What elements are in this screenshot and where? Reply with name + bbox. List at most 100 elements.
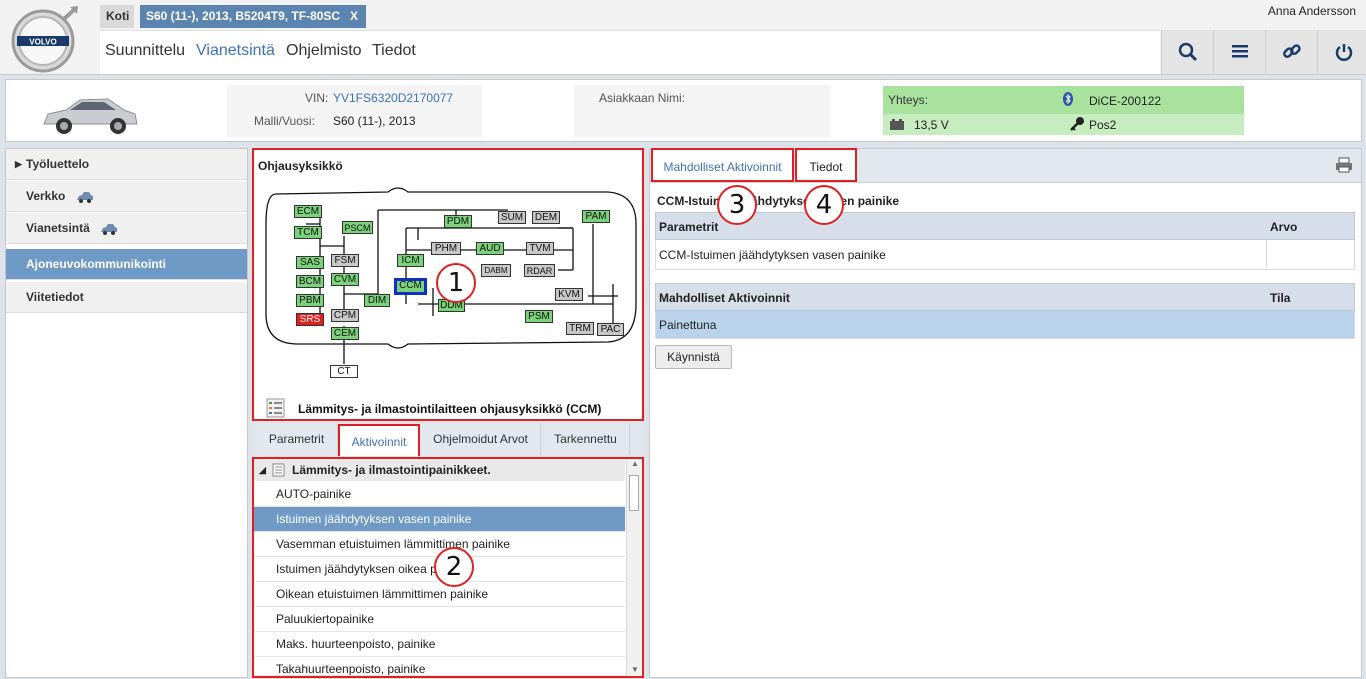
param-cell: CCM-Istuimen jäähdytyksen vasen painike [659,248,886,262]
ecu-kvm[interactable]: KVM [555,288,583,301]
ecu-sum[interactable]: SUM [498,211,526,224]
nav-vianetsinta[interactable]: Vianetsintä [196,42,275,60]
print-icon[interactable] [1335,157,1353,173]
ecu-pbm[interactable]: PBM [296,294,324,307]
list-item[interactable]: Maks. huurteenpoisto, painike [254,632,625,657]
ecu-sas[interactable]: SAS [296,256,324,269]
sidebar-item-ajoneuvokommunikointi[interactable]: Ajoneuvokommunikointi [6,249,247,280]
tab-aktivoinnit[interactable]: Aktivoinnit [338,424,420,456]
sidebar-item-label: Viitetiedot [26,290,84,304]
key-position: Pos2 [1089,118,1117,132]
sidebar-item-label: Työluettelo [26,157,90,171]
triangle-right-icon: ▶ [15,159,22,169]
ecu-phm[interactable]: PHM [431,242,461,255]
main-nav: Suunnittelu Vianetsintä Ohjelmisto Tiedo… [100,30,1160,74]
sidebar-item-label: Verkko [26,189,66,203]
ecu-trm[interactable]: TRM [566,322,594,335]
ecu-caption: Lämmitys- ja ilmastointilaitteen ohjausy… [298,402,602,416]
list-group-header[interactable]: ◢ Lämmitys- ja ilmastointipainikkeet. [254,459,625,481]
svg-text:VOLVO: VOLVO [29,38,56,47]
ecu-pscm[interactable]: PSCM [342,221,373,234]
ecu-srs[interactable]: SRS [296,313,324,326]
ecu-pam[interactable]: PAM [582,210,610,223]
menu-button[interactable] [1213,30,1265,74]
sidebar-item-label: Ajoneuvokommunikointi [26,257,167,271]
car-image [43,98,138,134]
ecu-ccm[interactable]: CCM [394,278,427,295]
tab-ohjelmoidut-arvot[interactable]: Ohjelmoidut Arvot [421,423,541,455]
sidebar-item-label: Vianetsintä [26,221,90,235]
customer-box: Asiakkaan Nimi: [574,85,830,137]
voltage-value: 13,5 V [914,118,949,132]
param-table-header: Parametrit Arvo [655,212,1355,240]
ecu-cem[interactable]: CEM [331,327,359,340]
ecu-dabm[interactable]: DABM [481,264,511,277]
start-button[interactable]: Käynnistä [655,345,732,369]
tab-parametrit[interactable]: Parametrit [256,423,338,455]
tab-mahdolliset-aktivoinnit[interactable]: Mahdolliset Aktivoinnit [651,148,794,182]
tab-tarkennettu[interactable]: Tarkennettu [542,423,630,455]
scroll-down-icon[interactable]: ▼ [631,665,639,674]
vin-value[interactable]: YV1FS6320D2170077 [333,91,453,105]
tab-home[interactable]: Koti [100,5,134,28]
user-name: Anna Andersson [1267,4,1356,18]
nav-suunnittelu[interactable]: Suunnittelu [105,42,185,60]
ecu-icm[interactable]: ICM [397,254,424,267]
ecu-fsm[interactable]: FSM [331,254,359,267]
table-row[interactable]: CCM-Istuimen jäähdytyksen vasen painike [655,240,1355,270]
model-label: Malli/Vuosi: [254,114,315,128]
list-group-label: Lämmitys- ja ilmastointipainikkeet. [292,463,491,477]
callout-3: 3 [717,185,757,225]
list-item[interactable]: Paluukiertopainike [254,607,625,632]
act-col-header: Mahdolliset Aktivoinnit [659,291,790,305]
list-item-selected[interactable]: Istuimen jäähdytyksen vasen painike [254,507,625,532]
model-value: S60 (11-), 2013 [333,114,416,128]
connect-button[interactable] [1265,30,1317,74]
callout-1: 1 [436,263,476,303]
sidebar-item-viitetiedot[interactable]: Viitetiedot [6,282,247,313]
power-button[interactable] [1317,30,1366,74]
ecu-tvm[interactable]: TVM [526,242,554,255]
link-icon [1283,44,1301,58]
ecu-pac[interactable]: PAC [597,323,624,336]
nav-ohjelmisto[interactable]: Ohjelmisto [286,42,362,60]
ecu-aud[interactable]: AUD [476,242,504,255]
battery-icon [890,119,904,130]
scroll-up-icon[interactable]: ▲ [631,459,639,468]
tab-tiedot[interactable]: Tiedot [795,148,857,182]
ecu-dim[interactable]: DIM [364,294,390,307]
list-scrollbar[interactable]: ▲ ▼ [626,459,641,676]
ecu-cpm[interactable]: CPM [331,309,359,322]
ecu-dem[interactable]: DEM [532,211,560,224]
ecu-bcm[interactable]: BCM [296,275,324,288]
volvo-logo: VOLVO [11,6,78,73]
ecu-rdar[interactable]: RDAR [524,264,555,277]
vin-label: VIN: [305,91,329,105]
list-item[interactable]: AUTO-painike [254,482,625,507]
list-item[interactable]: Takahuurteenpoisto, painike [254,657,625,676]
sidebar-item-verkko[interactable]: Verkko [6,181,247,212]
triangle-down-icon: ◢ [259,465,266,475]
ecu-ct[interactable]: CT [330,365,358,378]
tab-vehicle[interactable]: S60 (11-), 2013, B5204T9, TF-80SC X [140,5,366,28]
search-button[interactable] [1161,30,1213,74]
vin-box: VIN: YV1FS6320D2170077 Malli/Vuosi: S60 … [227,85,482,137]
ecu-ecm[interactable]: ECM [294,205,322,218]
close-icon[interactable]: X [350,5,358,28]
param-col-header: Parametrit [659,220,719,234]
sidebar-item-vianetsinta[interactable]: Vianetsintä [6,213,247,244]
nav-tiedot[interactable]: Tiedot [372,42,416,60]
ecu-tcm[interactable]: TCM [294,226,322,239]
list-item[interactable]: Oikean etuistuimen lämmittimen painike [254,582,625,607]
document-icon [272,463,285,477]
table-row[interactable]: Painettuna [655,311,1355,339]
document-list-icon [266,398,285,418]
state-col-header: Tila [1270,291,1291,305]
ecu-pdm[interactable]: PDM [444,215,472,228]
ecu-cvm[interactable]: CVM [331,273,359,286]
act-cell: Painettuna [659,318,717,332]
scroll-thumb[interactable] [629,475,639,511]
list-icon [1232,45,1248,58]
sidebar-item-tyoluettelo[interactable]: ▶ Työluettelo [6,149,247,180]
ecu-psm[interactable]: PSM [525,310,553,323]
